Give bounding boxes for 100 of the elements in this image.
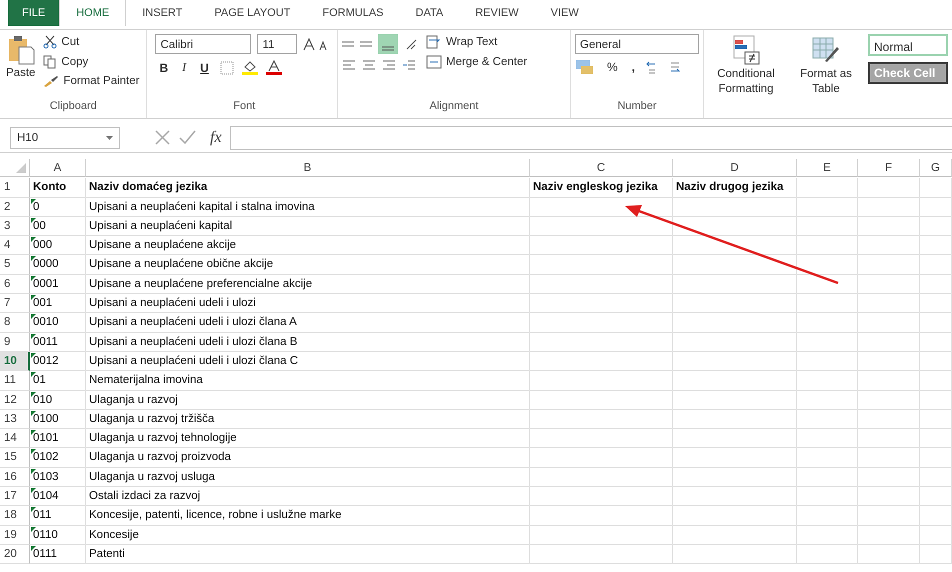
ribbon-tab[interactable]: FILE (8, 0, 60, 26)
table-cell[interactable]: Koncesije, patenti, licence, robne i uslužne marke (86, 506, 530, 526)
table-cell[interactable] (797, 487, 858, 506)
table-cell[interactable] (673, 487, 797, 506)
table-cell[interactable] (797, 448, 858, 468)
table-cell[interactable] (673, 506, 797, 526)
table-cell[interactable] (797, 198, 858, 217)
table-cell[interactable]: 000 (30, 236, 86, 256)
table-cell[interactable] (673, 255, 797, 275)
column-header[interactable]: G (920, 159, 952, 177)
table-cell[interactable] (673, 390, 797, 410)
normal-style[interactable]: Normal (868, 34, 948, 56)
table-cell[interactable] (920, 468, 952, 488)
table-cell[interactable]: 0001 (30, 274, 86, 294)
table-cell[interactable]: 0102 (30, 448, 86, 468)
table-cell[interactable] (858, 255, 920, 275)
table-cell[interactable] (530, 390, 673, 410)
ribbon-tab[interactable]: FORMULAS (306, 4, 400, 29)
table-cell[interactable] (920, 429, 952, 448)
row-header[interactable]: 6 (0, 274, 30, 294)
format-painter-button[interactable]: Format Painter (41, 74, 142, 88)
column-header[interactable]: B (86, 159, 530, 177)
row-header[interactable]: 7 (0, 294, 30, 314)
table-cell[interactable] (920, 352, 952, 372)
table-cell[interactable] (797, 544, 858, 564)
table-cell[interactable]: Upisane a neuplaćene obične akcije (86, 255, 530, 275)
table-cell[interactable] (858, 216, 920, 236)
row-header[interactable]: 12 (0, 390, 30, 410)
table-cell[interactable]: Upisani a neuplaćeni udeli i ulozi člana A (86, 313, 530, 333)
table-cell[interactable]: 001 (30, 294, 86, 314)
table-cell[interactable] (797, 332, 858, 352)
table-cell[interactable] (797, 216, 858, 236)
percent-button[interactable]: % (603, 58, 622, 76)
table-cell[interactable] (797, 526, 858, 545)
table-cell[interactable] (797, 468, 858, 488)
table-cell[interactable] (858, 448, 920, 468)
row-header[interactable]: 18 (0, 506, 30, 526)
table-cell[interactable]: 011 (30, 506, 86, 526)
table-cell[interactable] (530, 294, 673, 314)
table-cell[interactable]: Upisani a neuplaćeni udeli i ulozi člana B (86, 332, 530, 352)
row-header[interactable]: 2 (0, 198, 30, 217)
table-cell[interactable]: Upisane a neuplaćene preferencialne akcije (86, 274, 530, 294)
table-cell[interactable] (920, 526, 952, 545)
ribbon-tab[interactable]: VIEW (534, 4, 595, 29)
ribbon-tab[interactable]: REVIEW (459, 4, 535, 29)
table-cell[interactable] (920, 178, 952, 198)
table-cell[interactable]: 01 (30, 371, 86, 391)
table-cell[interactable] (530, 544, 673, 564)
column-header[interactable]: D (673, 159, 797, 177)
table-cell[interactable] (530, 410, 673, 430)
table-cell[interactable] (858, 487, 920, 506)
table-cell[interactable] (673, 371, 797, 391)
table-cell[interactable] (858, 544, 920, 564)
table-cell[interactable] (920, 371, 952, 391)
ribbon-tab[interactable]: HOME (59, 0, 126, 26)
row-header[interactable]: 20 (0, 544, 30, 564)
table-cell[interactable] (858, 468, 920, 488)
table-cell[interactable]: Konto (30, 178, 86, 198)
insert-function-button[interactable]: fx (210, 128, 222, 146)
table-cell[interactable]: Ulaganja u razvoj usluga (86, 468, 530, 488)
merge-center-button[interactable]: Merge & Center (424, 54, 530, 70)
table-cell[interactable] (673, 526, 797, 545)
row-header[interactable]: 17 (0, 487, 30, 506)
table-cell[interactable] (673, 236, 797, 256)
table-cell[interactable]: 0101 (30, 429, 86, 448)
table-cell[interactable] (530, 236, 673, 256)
table-cell[interactable] (530, 332, 673, 352)
name-box[interactable]: H10 (10, 126, 120, 148)
table-cell[interactable] (797, 313, 858, 333)
table-cell[interactable] (797, 390, 858, 410)
table-cell[interactable] (858, 332, 920, 352)
table-cell[interactable] (530, 313, 673, 333)
format-as-table-button[interactable]: Format as Table (788, 34, 864, 98)
table-cell[interactable] (858, 198, 920, 217)
table-cell[interactable] (797, 178, 858, 198)
table-cell[interactable]: Upisani a neuplaćeni kapital i stalna imovina (86, 198, 530, 217)
table-cell[interactable]: Ostali izdaci za razvoj (86, 487, 530, 506)
table-cell[interactable] (920, 294, 952, 314)
table-cell[interactable]: 010 (30, 390, 86, 410)
table-cell[interactable] (673, 429, 797, 448)
table-cell[interactable] (920, 390, 952, 410)
table-cell[interactable] (797, 410, 858, 430)
row-header[interactable]: 4 (0, 236, 30, 256)
table-cell[interactable]: 0111 (30, 544, 86, 564)
table-cell[interactable]: Ulaganja u razvoj tehnologije (86, 429, 530, 448)
table-cell[interactable]: Upisani a neuplaćeni kapital (86, 216, 530, 236)
table-cell[interactable] (673, 352, 797, 372)
bold-button[interactable]: B (155, 58, 172, 76)
table-cell[interactable]: Naziv engleskog jezika (530, 178, 673, 198)
table-cell[interactable] (530, 487, 673, 506)
row-header[interactable]: 5 (0, 255, 30, 275)
table-cell[interactable] (858, 410, 920, 430)
table-cell[interactable] (530, 371, 673, 391)
column-header[interactable]: F (858, 159, 920, 177)
table-cell[interactable] (673, 468, 797, 488)
table-cell[interactable] (530, 274, 673, 294)
italic-button[interactable]: I (178, 58, 190, 77)
table-cell[interactable] (920, 274, 952, 294)
underline-button[interactable]: U (196, 58, 213, 76)
wrap-text-button[interactable]: Wrap Text (424, 34, 530, 50)
